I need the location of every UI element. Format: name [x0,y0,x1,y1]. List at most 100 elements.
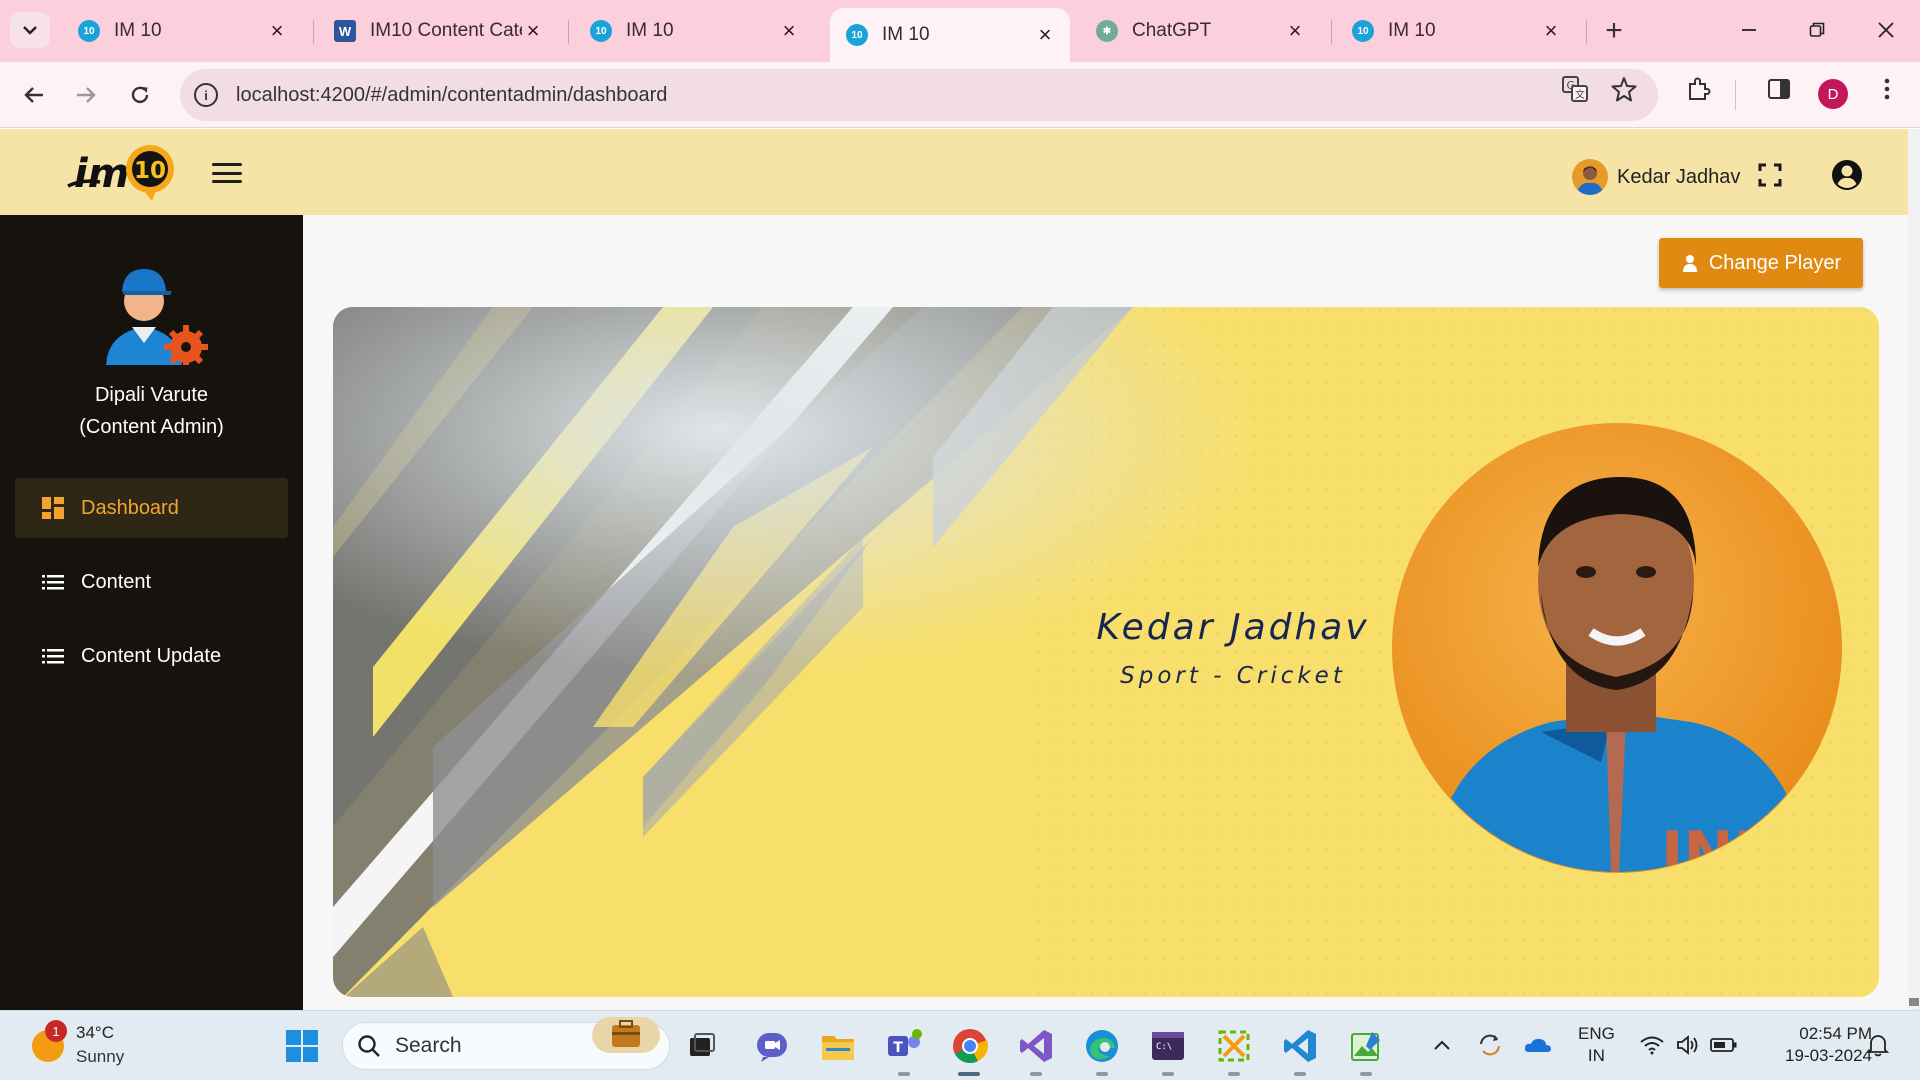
taskbar-clock[interactable]: 02:54 PM 19-03-2024 [1762,1023,1872,1067]
restore-icon [1809,22,1825,37]
admin-name: Dipali Varute [94,384,209,406]
tab-title: IM 10 [882,24,930,45]
chatgpt-icon: ✱ [1096,20,1118,42]
weather-temperature[interactable]: 34°C [76,1023,114,1043]
edge-icon[interactable] [1082,1026,1122,1066]
list-icon [42,649,64,664]
bookmark-star-icon[interactable] [1609,74,1639,104]
close-icon[interactable]: × [266,18,288,43]
battery-icon[interactable] [1710,1031,1738,1059]
chat-app-icon[interactable] [752,1026,792,1066]
sidebar-item-content[interactable]: Content [15,552,288,612]
page-scrollbar[interactable] [1908,129,1920,1010]
sync-icon[interactable] [1476,1031,1504,1059]
minimize-button[interactable] [1724,10,1774,50]
im10-icon: 10 [78,20,100,42]
close-window-button[interactable] [1861,10,1911,50]
tab-divider [313,20,314,44]
browser-tab[interactable]: ✱ ChatGPT × [1080,10,1320,52]
fullscreen-icon[interactable] [1758,163,1782,187]
sidebar-item-label: Content Update [81,644,222,667]
close-icon[interactable]: × [778,18,800,43]
translate-icon[interactable]: G文 [1560,74,1590,104]
new-tab-button[interactable]: + [1597,14,1631,48]
close-icon[interactable]: × [1034,22,1056,47]
teams-icon[interactable]: T [884,1026,924,1066]
close-icon[interactable]: × [1284,18,1306,43]
task-view-icon[interactable] [682,1026,722,1066]
site-info-icon[interactable]: i [194,83,218,107]
start-button[interactable] [282,1026,322,1066]
more-options-icon[interactable] [1872,74,1902,104]
sidebar-item-content-update[interactable]: Content Update [15,626,288,686]
address-bar[interactable]: i localhost:4200/#/admin/contentadmin/da… [180,69,1658,121]
chevron-up-icon[interactable] [1428,1031,1456,1059]
active-app-indicator [958,1072,980,1076]
user-icon [1682,255,1697,272]
close-icon[interactable]: × [1540,18,1562,43]
restore-button[interactable] [1792,10,1842,50]
list-icon [42,575,64,590]
photo-app-icon[interactable] [1346,1026,1386,1066]
visual-studio-icon[interactable] [1016,1026,1056,1066]
windows-logo-icon [286,1030,318,1062]
forward-button[interactable] [66,75,106,115]
side-panel-icon[interactable] [1764,74,1794,104]
running-indicator [1096,1072,1108,1076]
banner-player-name: Kedar Jadhav [1096,607,1370,648]
search-icon [358,1035,380,1057]
arrow-left-icon [24,87,43,103]
toolbar-divider [1735,80,1736,110]
snipping-tool-icon[interactable] [1214,1026,1254,1066]
im10-icon: 10 [590,20,612,42]
sidebar-item-label: Dashboard [81,496,179,519]
reload-icon [131,86,149,104]
tab-divider [1331,20,1332,44]
file-explorer-icon[interactable] [818,1026,858,1066]
account-icon[interactable] [1831,159,1863,191]
tab-divider [568,20,569,44]
url-text[interactable]: localhost:4200/#/admin/contentadmin/dash… [236,84,667,107]
header-user-name[interactable]: Kedar Jadhav [1617,166,1740,189]
tab-title: IM10 Content Cate [370,20,522,41]
extensions-icon[interactable] [1684,74,1714,104]
region-code: IN [1587,1046,1605,1065]
back-button[interactable] [14,75,54,115]
tab-search-button[interactable] [10,12,50,48]
profile-avatar[interactable]: D [1818,79,1848,109]
running-indicator [1228,1072,1240,1076]
vscode-icon[interactable] [1280,1026,1320,1066]
close-icon[interactable]: × [522,18,544,43]
running-indicator [898,1072,910,1076]
briefcase-icon[interactable] [592,1017,660,1053]
language-indicator[interactable]: ENG IN [1578,1023,1615,1067]
banner-sport-line: Sport - Cricket [1120,663,1346,689]
wifi-icon[interactable] [1638,1031,1666,1059]
admin-avatar [96,255,212,369]
browser-tab[interactable]: 10 IM 10 × [62,10,302,52]
im10-icon: 10 [846,24,868,46]
browser-tab[interactable]: W IM10 Content Cate × [318,10,558,52]
browser-tab[interactable]: 10 IM 10 × [1336,10,1576,52]
browser-tab-active[interactable]: 10 IM 10 × [830,8,1070,62]
running-indicator [1162,1072,1174,1076]
browser-tab[interactable]: 10 IM 10 × [574,10,814,52]
onedrive-icon[interactable] [1524,1031,1552,1059]
menu-toggle-icon[interactable] [212,163,242,183]
change-player-button[interactable]: Change Player [1659,238,1863,288]
svg-text:T: T [893,1040,903,1056]
word-icon: W [334,20,356,42]
terminal-icon[interactable]: C:\ [1148,1026,1188,1066]
weather-condition[interactable]: Sunny [76,1047,124,1067]
im10-logo[interactable]: im 10 [64,141,180,203]
notification-bell-icon[interactable] [1864,1031,1892,1059]
svg-text:文: 文 [1575,88,1585,101]
im10-icon: 10 [1352,20,1374,42]
chrome-icon[interactable] [950,1026,990,1066]
sidebar-item-dashboard[interactable]: Dashboard [15,478,288,538]
player-avatar[interactable] [1572,159,1608,195]
scroll-down-icon[interactable] [1909,998,1919,1006]
minimize-icon [1742,29,1756,31]
volume-icon[interactable] [1674,1031,1702,1059]
reload-button[interactable] [120,75,160,115]
